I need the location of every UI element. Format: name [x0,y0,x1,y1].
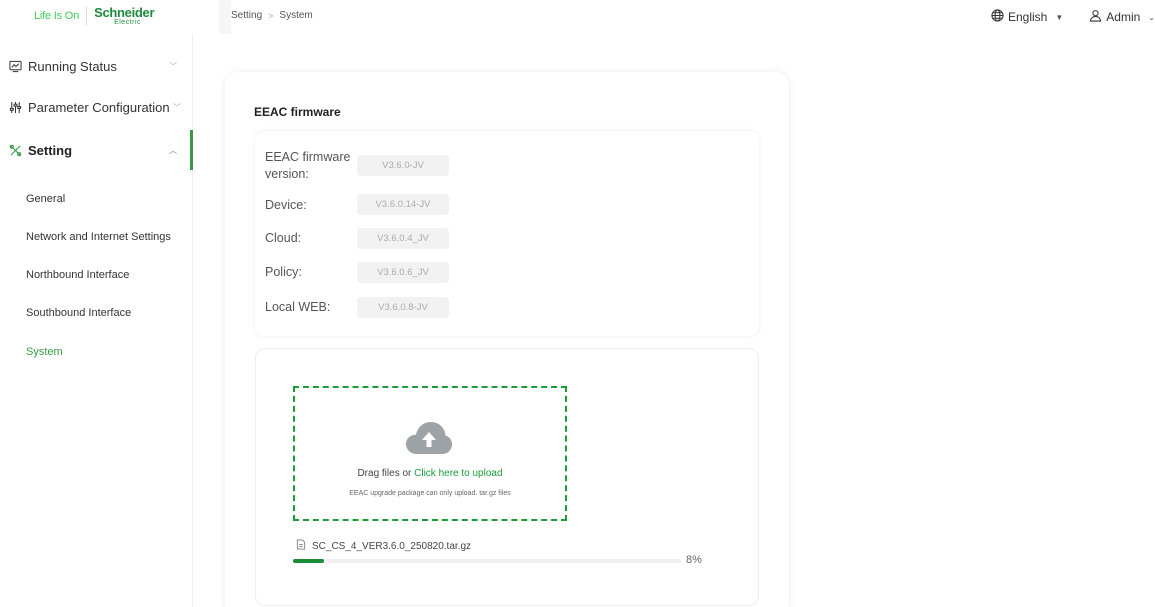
sidebar-sub-network[interactable]: Network and Internet Settings [26,231,171,243]
logo-divider [86,7,88,25]
sidebar-item-parameter-configuration[interactable]: Parameter Configuration ﹀ [0,91,193,123]
chevron-down-icon: ﹀ [173,102,181,112]
sidebar-sub-general[interactable]: General [26,193,65,205]
chevron-down-icon: ﹀ [169,61,177,71]
drag-prefix: Drag files or [357,468,415,479]
tools-icon [8,143,22,157]
upload-progress-bar [293,559,681,563]
sidebar-item-label: Parameter Configuration [28,99,170,115]
chevron-down-icon: ⌄ [1148,12,1155,22]
sidebar-sub-southbound[interactable]: Southbound Interface [26,307,131,319]
logo[interactable]: Life Is On Schneider Electric [34,5,155,27]
language-selector[interactable]: English ▼ [991,9,1063,25]
active-indicator [190,130,193,170]
top-bar: Life Is On Schneider Electric Setting > … [0,0,1155,34]
user-icon [1089,9,1102,25]
upload-progress-fill [293,559,325,563]
label-cloud: Cloud: [265,231,302,245]
user-name: Admin [1106,10,1141,24]
upload-progress-text: 8% [686,554,702,566]
logo-brand-name: Schneider [94,5,155,20]
chevron-up-icon: ︿ [169,145,177,155]
globe-icon [991,9,1004,25]
file-name: SC_CS_4_VER3.6.0_250820.tar.gz [312,540,471,552]
sidebar-item-label: Setting [28,142,73,158]
sidebar-sub-northbound[interactable]: Northbound Interface [26,269,129,281]
logo-tagline: Life Is On [34,10,80,22]
breadcrumb-setting[interactable]: Setting [231,10,262,21]
value-cloud: V3.6.0.4_JV [357,228,449,249]
chevron-right-icon: > [268,10,274,21]
value-policy: V3.6.0.6_JV [357,262,449,283]
breadcrumb: Setting > System [231,10,313,21]
value-eeac-version: V3.6.0-JV [357,155,449,176]
sidebar-item-running-status[interactable]: Running Status ﹀ [0,50,193,82]
label-policy: Policy: [265,265,302,279]
monitor-icon [8,59,22,73]
caret-down-icon: ▼ [1055,12,1064,22]
sidebar-item-setting[interactable]: Setting ︿ [0,130,193,170]
drag-instruction: Drag files or Click here to upload [293,468,567,479]
uploaded-file: SC_CS_4_VER3.6.0_250820.tar.gz [296,539,471,553]
logo-brand: Schneider Electric [94,6,154,26]
upload-hint: EEAC upgrade package can only upload. ta… [349,490,511,497]
breadcrumb-spacer [219,0,231,34]
logo-brand-sub: Electric [114,19,142,26]
breadcrumb-system: System [279,10,313,21]
firmware-title: EEAC firmware [254,105,341,119]
sliders-icon [8,100,22,114]
label-eeac-version: EEAC firmware version: [265,150,351,181]
file-icon [296,539,306,553]
cloud-upload-icon [405,420,453,456]
value-local-web: V3.6.0.8-JV [357,297,449,318]
value-device: V3.6.0.14-JV [357,194,449,215]
label-device: Device: [265,198,307,212]
label-local-web: Local WEB: [265,300,331,314]
sidebar-sub-system[interactable]: System [26,346,63,358]
top-right-menu: English ▼ Admin ⌄ [991,9,1155,25]
language-label: English [1008,10,1048,24]
user-menu[interactable]: Admin ⌄ [1089,9,1155,25]
upload-link[interactable]: Click here to upload [414,468,502,479]
sidebar-item-label: Running Status [28,58,117,74]
